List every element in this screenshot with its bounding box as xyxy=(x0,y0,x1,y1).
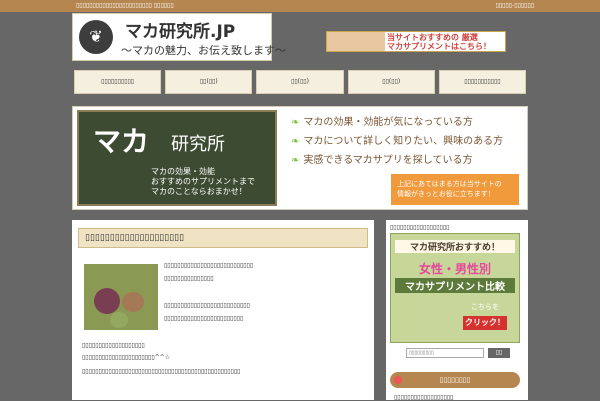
leaf-icon: ❧ xyxy=(291,155,300,166)
search-button[interactable]: ▯▯ xyxy=(488,348,510,358)
board-line-3: マカのことならおまかせ！ xyxy=(151,187,247,196)
hero-callout: 上記にあてはまる方は当サイトの 情報がきっとお役に立ちます！ xyxy=(391,174,519,205)
bird-leaf-icon: ❦ xyxy=(79,20,113,54)
ad-line-3: マカサプリメント比較 xyxy=(395,278,515,293)
callout-line-2: 情報がきっとお役に立ちます！ xyxy=(397,190,495,198)
leaf-icon: ❧ xyxy=(291,136,300,147)
ad-line-1: マカ研究所おすすめ！ xyxy=(395,240,515,253)
nav-item-4[interactable]: ▯▯(▯▯) xyxy=(347,70,435,94)
sidebar-section-header: ▯▯▯▯▯▯▯▯ xyxy=(390,372,520,388)
para-line-1: ▯▯▯▯▯▯▯▯▯▯▯▯▯▯▯▯▯▯▯▯▯▯▯▯▯▯▯ xyxy=(164,262,254,269)
banner-family-photo xyxy=(327,32,385,51)
banner-line1: 当サイトおすすめの 厳選 xyxy=(387,33,478,42)
hero-banner: マカ 研究所 マカの効果・効能 おすすめのサプリメントまで マカのことならおまか… xyxy=(72,106,528,210)
ad-line-2: 女性・男性別 xyxy=(418,262,491,276)
board-title: マカ xyxy=(93,125,150,158)
global-nav: ▯▯▯▯▯▯▯▯▯▯ ▯▯(▯▯) ▯▯(▯▯) ▯▯(▯▯) ▯▯▯▯▯▯▯▯… xyxy=(74,70,527,94)
para-line-4: ▯▯▯▯▯▯▯▯▯▯▯▯▯▯▯▯▯▯▯▯▯▯▯▯ xyxy=(164,315,244,322)
chalkboard: マカ 研究所 マカの効果・効能 おすすめのサプリメントまで マカのことならおまか… xyxy=(77,110,277,206)
site-logo[interactable]: ❦ マカ研究所.JP 〜マカの魅力、お伝え致します〜 xyxy=(72,13,286,61)
para-line-2: ▯▯▯▯▯▯▯▯▯▯▯▯▯▯▯ xyxy=(164,275,214,282)
nav-item-1[interactable]: ▯▯▯▯▯▯▯▯▯▯ xyxy=(74,70,162,94)
para-line-7: ▯▯▯▯▯▯▯▯▯▯▯▯▯▯▯▯▯▯▯▯▯▯▯▯▯▯▯▯▯▯▯▯▯▯▯▯▯▯▯▯… xyxy=(82,368,241,375)
top-bar: ▯▯▯▯▯▯▯▯▯▯▯▯▯▯▯▯▯▯▯▯▯▯▯ ▯▯▯▯▯▯ ▯▯▯▯▯-▯▯▯… xyxy=(0,0,600,12)
top-bar-right-link[interactable]: ▯▯▯▯▯-▯▯▯▯▯▯ xyxy=(496,0,534,12)
para-line-5: ▯▯▯▯▯▯▯▯▯▯▯▯▯▯▯▯▯▯▯ xyxy=(82,342,145,349)
maca-root-photo xyxy=(84,264,158,330)
sidebar: ▯▯▯▯▯▯▯▯▯▯▯▯▯▯▯▯▯▯ マカ研究所おすすめ！ 女性・男性別 マカサ… xyxy=(386,220,528,401)
header-banner[interactable]: 当サイトおすすめの 厳選 マカサプリメントはこちら！ xyxy=(326,31,506,52)
sidebar-ad-banner[interactable]: マカ研究所おすすめ！ 女性・男性別 マカサプリメント比較 こちらを クリック！ xyxy=(390,233,520,343)
leaf-icon: ❧ xyxy=(291,117,300,128)
nav-item-3[interactable]: ▯▯(▯▯) xyxy=(256,70,344,94)
ad-click-button[interactable]: クリック！ xyxy=(463,316,507,330)
check-item-1: ❧ マカの効果・効能が気になっている方 xyxy=(291,117,473,128)
check-item-2: ❧ マカについて詳しく知りたい、興味のある方 xyxy=(291,136,504,147)
search-input[interactable] xyxy=(406,348,484,358)
site-title: マカ研究所.JP xyxy=(125,22,236,42)
callout-line-1: 上記にあてはまる方は当サイトの xyxy=(397,180,502,188)
nav-item-2[interactable]: ▯▯(▯▯) xyxy=(165,70,253,94)
site-tagline: 〜マカの魅力、お伝え致します〜 xyxy=(121,44,286,57)
top-bar-left-text: ▯▯▯▯▯▯▯▯▯▯▯▯▯▯▯▯▯▯▯▯▯▯▯ ▯▯▯▯▯▯ xyxy=(76,2,174,9)
para-line-6: ▯▯▯▯▯▯▯▯▯▯▯▯▯▯▯▯▯▯▯▯▯▯^^☆ xyxy=(82,354,171,361)
ad-line-4: こちらを xyxy=(471,303,499,311)
main-content: ▯▯▯▯▯▯▯▯▯▯▯▯▯▯▯▯▯▯▯▯ ▯▯▯▯▯▯▯▯▯▯▯▯▯▯▯▯▯▯▯… xyxy=(72,220,374,400)
board-title-2: 研究所 xyxy=(171,134,225,155)
flower-icon xyxy=(394,376,402,384)
banner-line2: マカサプリメントはこちら！ xyxy=(387,42,491,51)
check-item-3: ❧ 実感できるマカサプリを探している方 xyxy=(291,155,473,166)
article-title: ▯▯▯▯▯▯▯▯▯▯▯▯▯▯▯▯▯▯▯▯ xyxy=(78,228,368,248)
nav-item-5[interactable]: ▯▯▯▯▯▯▯▯▯▯▯ xyxy=(438,70,527,94)
sidebar-title: ▯▯▯▯▯▯▯▯▯▯▯▯▯▯▯▯▯▯ xyxy=(390,224,450,231)
para-line-3: ▯▯▯▯▯▯▯▯▯▯▯▯▯▯▯▯▯▯▯▯▯▯▯▯▯▯ xyxy=(164,302,250,309)
